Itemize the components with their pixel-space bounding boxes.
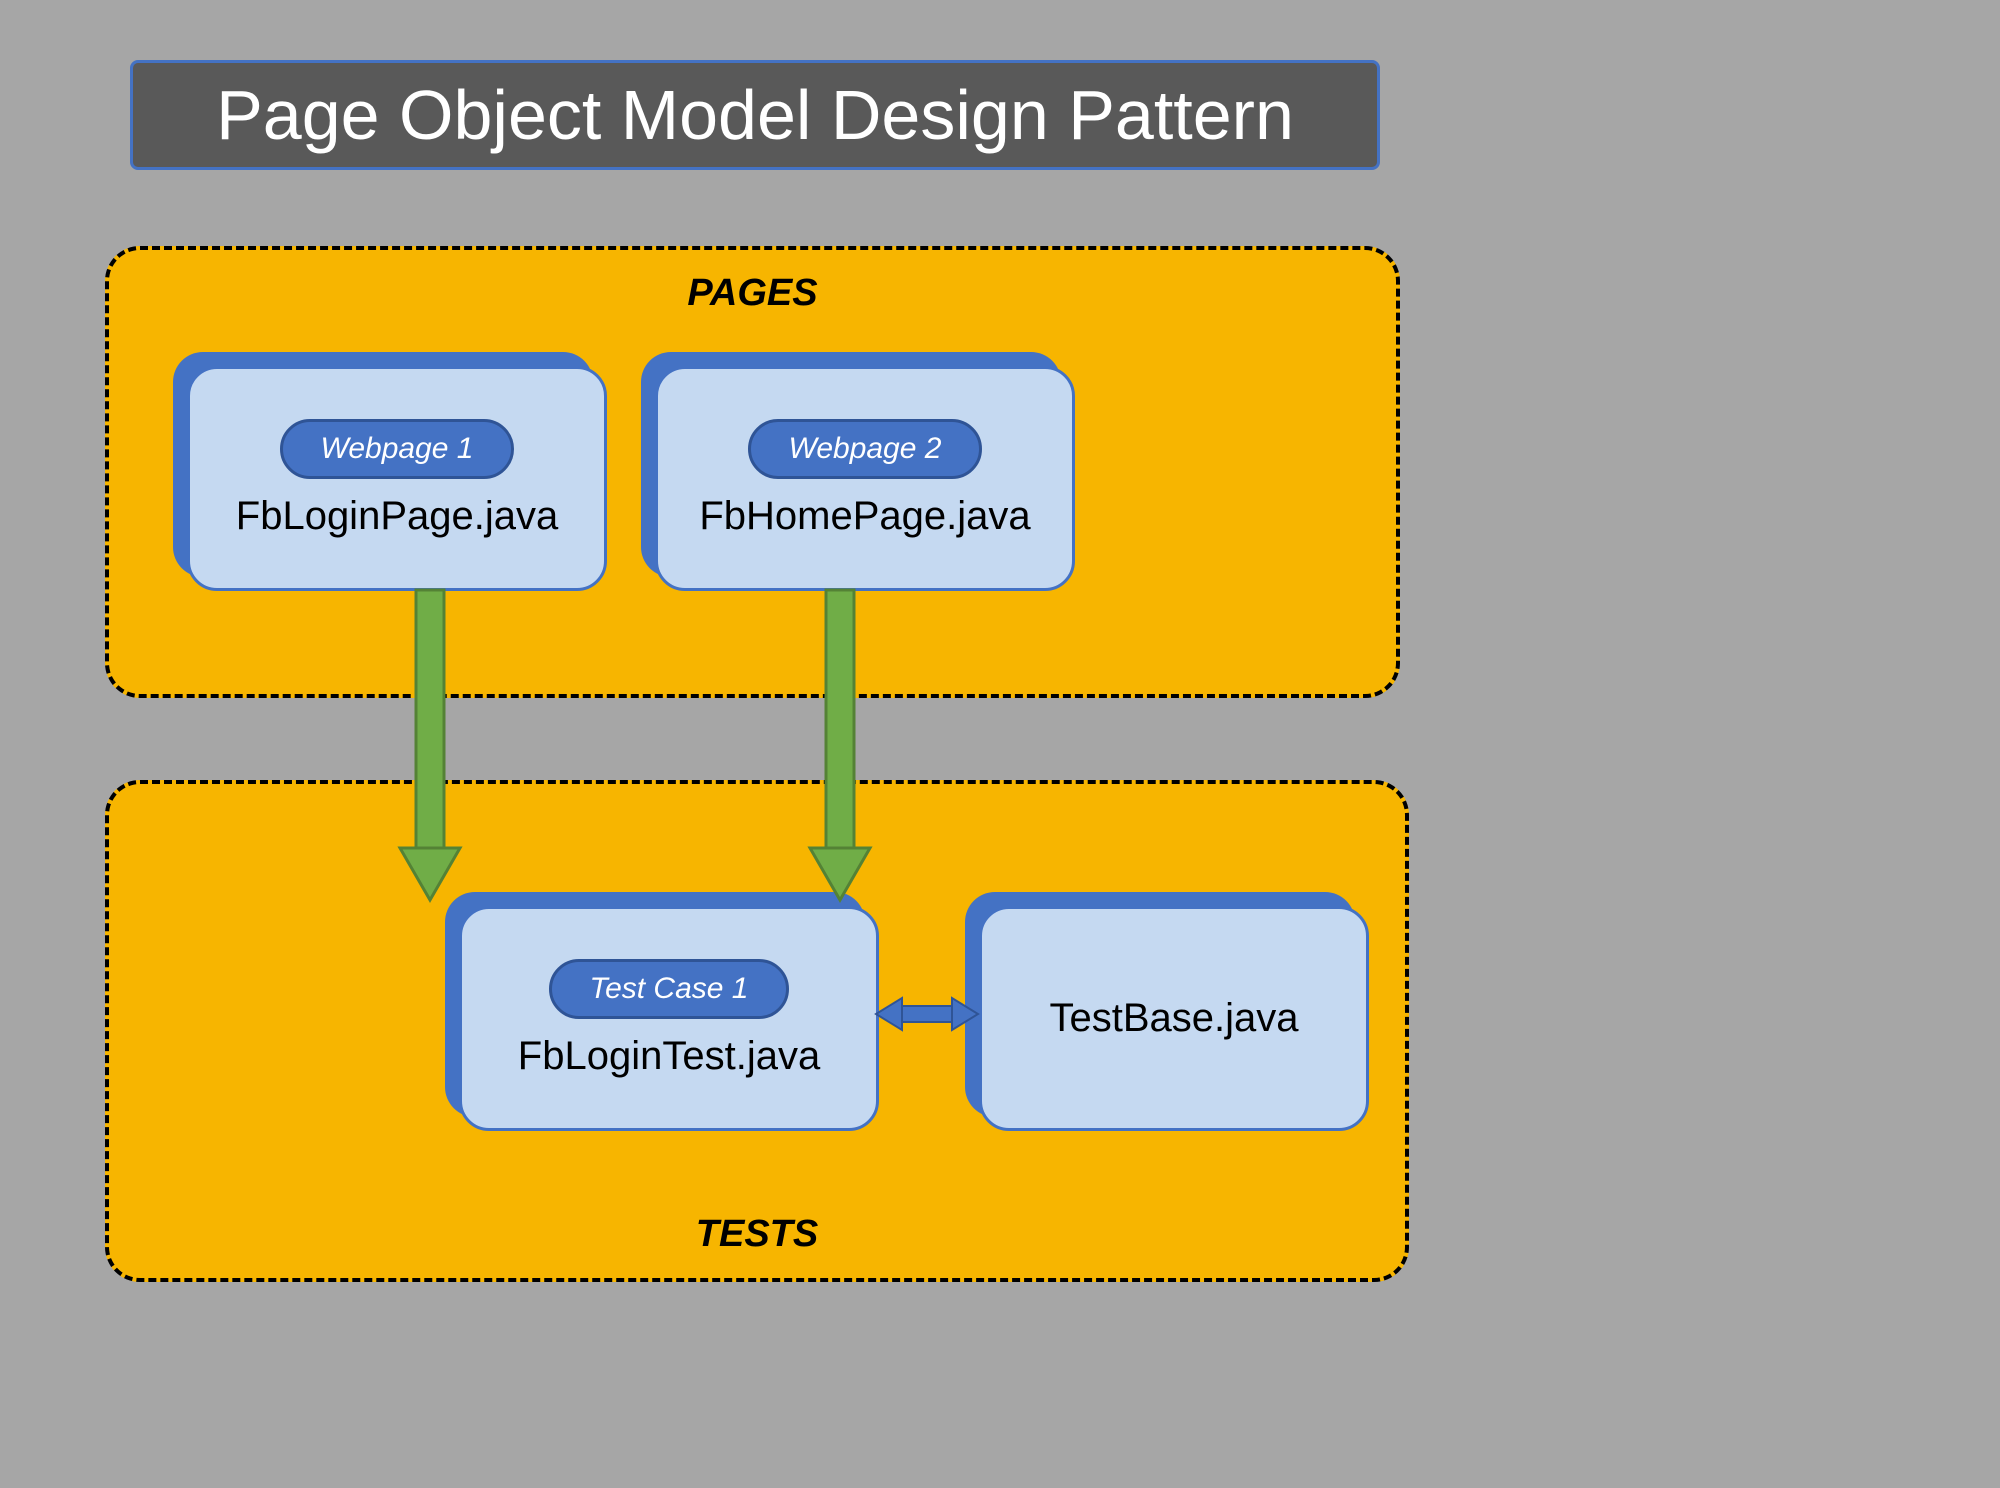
region-pages-label: PAGES [687,272,817,315]
webpage2-pill: Webpage 2 [748,419,983,479]
card-body: TestBase.java [979,906,1369,1131]
testbase-title: TestBase.java [1049,996,1298,1041]
fblogin-page-title: FbLoginPage.java [236,494,558,539]
region-tests: TESTS Test Case 1 FbLoginTest.java TestB… [105,780,1409,1282]
card-body: Test Case 1 FbLoginTest.java [459,906,879,1131]
webpage1-pill: Webpage 1 [280,419,515,479]
card-fblogin-page: Webpage 1 FbLoginPage.java [187,366,607,591]
card-testbase: TestBase.java [979,906,1369,1131]
testcase1-pill: Test Case 1 [549,959,790,1019]
card-fbhome-page: Webpage 2 FbHomePage.java [655,366,1075,591]
card-body: Webpage 1 FbLoginPage.java [187,366,607,591]
region-pages: PAGES Webpage 1 FbLoginPage.java Webpage… [105,246,1400,698]
page-title: Page Object Model Design Pattern [216,75,1294,155]
fblogin-test-title: FbLoginTest.java [518,1034,820,1079]
fbhome-page-title: FbHomePage.java [699,494,1030,539]
card-fblogin-test: Test Case 1 FbLoginTest.java [459,906,879,1131]
card-body: Webpage 2 FbHomePage.java [655,366,1075,591]
title-bar: Page Object Model Design Pattern [130,60,1380,170]
region-tests-label: TESTS [696,1213,818,1256]
